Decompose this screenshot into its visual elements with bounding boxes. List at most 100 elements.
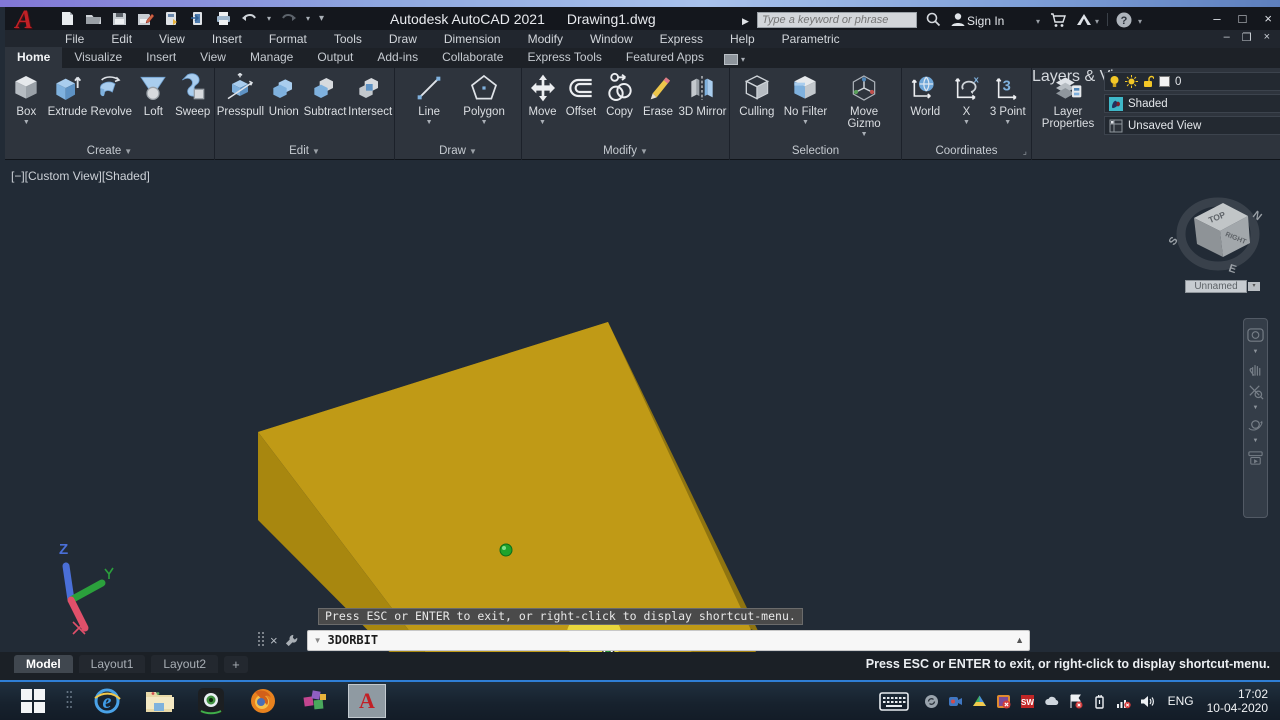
help-caret[interactable]: ▾ bbox=[1138, 17, 1142, 26]
mirror3d-button[interactable]: 3D Mirror bbox=[679, 72, 726, 118]
language-indicator[interactable]: ENG bbox=[1168, 694, 1194, 708]
taskbar-grip[interactable] bbox=[66, 690, 74, 712]
sign-in-button[interactable]: Sign In bbox=[967, 14, 1004, 28]
viewcube-view-pill[interactable]: Unnamed ▾ bbox=[1185, 280, 1260, 293]
taskbar-file-explorer[interactable] bbox=[140, 684, 178, 718]
ucs-x-button[interactable]: x X ▼ bbox=[949, 72, 985, 126]
menu-view[interactable]: View bbox=[159, 32, 185, 46]
menu-format[interactable]: Format bbox=[269, 32, 307, 46]
no-filter-caret[interactable]: ▼ bbox=[802, 119, 809, 126]
erase-button[interactable]: Erase bbox=[640, 72, 676, 118]
redo-dropdown-caret[interactable]: ▾ bbox=[306, 14, 310, 23]
doc-restore-button[interactable]: ❐ bbox=[1242, 31, 1252, 44]
command-input[interactable]: ▼ 3DORBIT ▲ bbox=[306, 629, 1030, 651]
loft-button[interactable]: Loft bbox=[135, 72, 171, 118]
extrude-button[interactable]: Extrude bbox=[48, 72, 87, 118]
navigation-wheel-caret[interactable]: ▼ bbox=[1253, 349, 1259, 355]
offset-button[interactable]: Offset bbox=[563, 72, 599, 118]
panel-title-create[interactable]: Create ▼ bbox=[5, 142, 214, 160]
command-recent-caret[interactable]: ▼ bbox=[314, 636, 322, 645]
three-point-caret[interactable]: ▼ bbox=[1004, 119, 1011, 126]
menu-edit[interactable]: Edit bbox=[111, 32, 132, 46]
plot-icon[interactable] bbox=[163, 11, 180, 26]
tab-featured-apps[interactable]: Featured Apps bbox=[614, 47, 716, 68]
tab-visualize[interactable]: Visualize bbox=[62, 47, 134, 68]
tab-model[interactable]: Model bbox=[14, 655, 73, 673]
tray-onedrive-icon[interactable] bbox=[1044, 694, 1059, 709]
doc-minimize-button[interactable]: – bbox=[1224, 31, 1230, 44]
qat-customize-caret[interactable]: ▾ bbox=[319, 13, 324, 24]
layer-color-swatch[interactable] bbox=[1159, 76, 1170, 87]
tab-home[interactable]: Home bbox=[5, 47, 63, 68]
copy-button[interactable]: Copy bbox=[602, 72, 638, 118]
viewcube-graphic[interactable]: N E S TOP RIGHT bbox=[1167, 188, 1268, 278]
move-button[interactable]: Move ▼ bbox=[525, 72, 561, 126]
search-icon[interactable] bbox=[925, 11, 943, 29]
taskbar-autocad[interactable]: A bbox=[348, 684, 386, 718]
user-icon[interactable] bbox=[949, 11, 967, 29]
showmotion-icon[interactable] bbox=[1247, 449, 1264, 466]
zoom-caret[interactable]: ▼ bbox=[1253, 405, 1259, 411]
model-viewport[interactable]: [−][Custom View][Shaded] N E S TOP RIGHT… bbox=[5, 160, 1276, 720]
tab-collaborate[interactable]: Collaborate bbox=[430, 47, 515, 68]
tray-camera-icon[interactable] bbox=[948, 694, 963, 709]
layer-properties-button[interactable]: Layer Properties bbox=[1040, 72, 1096, 130]
union-button[interactable]: Union bbox=[266, 72, 302, 118]
autocad-app-icon[interactable]: A bbox=[7, 6, 41, 37]
tab-view[interactable]: View bbox=[188, 47, 238, 68]
save-as-icon[interactable] bbox=[137, 11, 154, 26]
move-gizmo-button[interactable]: Move Gizmo ▼ bbox=[836, 72, 892, 138]
layer-unlock-icon[interactable] bbox=[1143, 75, 1154, 88]
panel-title-draw[interactable]: Draw ▼ bbox=[395, 142, 521, 160]
menu-insert[interactable]: Insert bbox=[212, 32, 242, 46]
command-expand-caret[interactable]: ▲ bbox=[1015, 635, 1024, 645]
polygon-button[interactable]: Polygon ▼ bbox=[463, 72, 505, 126]
ucs-x-caret[interactable]: ▼ bbox=[963, 119, 970, 126]
sign-in-caret[interactable]: ▾ bbox=[1036, 17, 1040, 26]
doc-close-button[interactable]: × bbox=[1264, 31, 1270, 44]
viewcube-pill-caret[interactable]: ▾ bbox=[1248, 282, 1260, 291]
command-grip-handle[interactable] bbox=[258, 632, 266, 648]
tab-layout1[interactable]: Layout1 bbox=[78, 655, 146, 673]
help-icon[interactable]: ? bbox=[1115, 11, 1133, 29]
tray-action-center-icon[interactable] bbox=[1068, 694, 1083, 709]
tab-insert[interactable]: Insert bbox=[134, 47, 188, 68]
undo-dropdown-caret[interactable]: ▾ bbox=[267, 14, 271, 23]
tray-power-icon[interactable] bbox=[1092, 694, 1107, 709]
menu-window[interactable]: Window bbox=[590, 32, 633, 46]
taskbar-firefox[interactable] bbox=[244, 684, 282, 718]
move-caret[interactable]: ▼ bbox=[539, 119, 546, 126]
menu-modify[interactable]: Modify bbox=[528, 32, 563, 46]
intersect-button[interactable]: Intersect bbox=[348, 72, 392, 118]
ribbon-display-toggle[interactable]: ▾ bbox=[723, 54, 745, 68]
menu-tools[interactable]: Tools bbox=[334, 32, 362, 46]
box-button[interactable]: Box ▼ bbox=[8, 72, 44, 126]
search-input[interactable] bbox=[757, 12, 917, 28]
tab-layout2[interactable]: Layout2 bbox=[151, 655, 219, 673]
sweep-button[interactable]: Sweep bbox=[175, 72, 211, 118]
save-icon[interactable] bbox=[111, 11, 128, 26]
tray-photo-error-icon[interactable] bbox=[996, 694, 1011, 709]
tab-output[interactable]: Output bbox=[305, 47, 365, 68]
taskbar-clock[interactable]: 17:02 10-04-2020 bbox=[1207, 687, 1272, 715]
touch-keyboard-icon[interactable] bbox=[878, 691, 909, 711]
open-folder-icon[interactable] bbox=[85, 11, 102, 26]
three-point-button[interactable]: 3 3 Point ▼ bbox=[990, 72, 1026, 126]
panel-title-modify[interactable]: Modify ▼ bbox=[522, 142, 729, 160]
panel-title-edit[interactable]: Edit ▼ bbox=[215, 142, 394, 160]
print-icon[interactable] bbox=[215, 11, 232, 26]
search-expand-icon[interactable]: ▶ bbox=[742, 16, 749, 27]
tab-manage[interactable]: Manage bbox=[238, 47, 305, 68]
viewcube[interactable]: N E S TOP RIGHT Unnamed ▾ bbox=[1167, 188, 1268, 303]
polygon-caret[interactable]: ▼ bbox=[481, 119, 488, 126]
coordinates-launcher-icon[interactable]: ⌟ bbox=[1023, 146, 1027, 157]
tray-solidworks-icon[interactable]: SW bbox=[1020, 694, 1035, 709]
tray-volume-icon[interactable] bbox=[1140, 694, 1155, 709]
publish-icon[interactable] bbox=[189, 11, 206, 26]
command-customize-wrench-icon[interactable] bbox=[284, 633, 299, 648]
layer-dropdown[interactable]: 0 ▼ bbox=[1104, 72, 1280, 91]
presspull-button[interactable]: Presspull bbox=[217, 72, 264, 118]
box-caret[interactable]: ▼ bbox=[23, 119, 30, 126]
close-button[interactable]: × bbox=[1264, 11, 1272, 26]
revolve-button[interactable]: Revolve bbox=[91, 72, 132, 118]
